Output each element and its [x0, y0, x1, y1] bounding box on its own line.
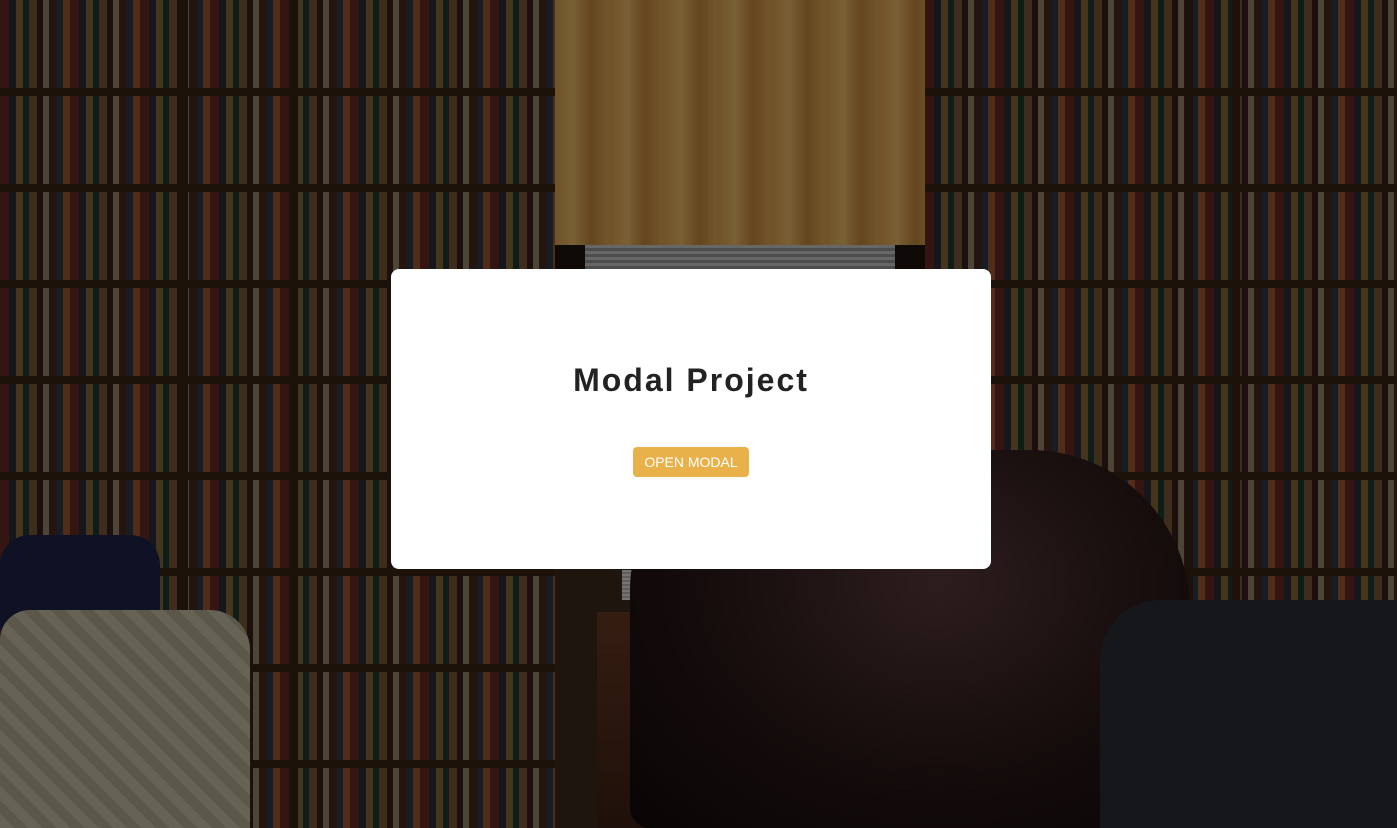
modal-card: Modal Project OPEN MODAL	[391, 269, 991, 569]
open-modal-button[interactable]: OPEN MODAL	[633, 446, 749, 477]
page-title: Modal Project	[573, 361, 809, 398]
